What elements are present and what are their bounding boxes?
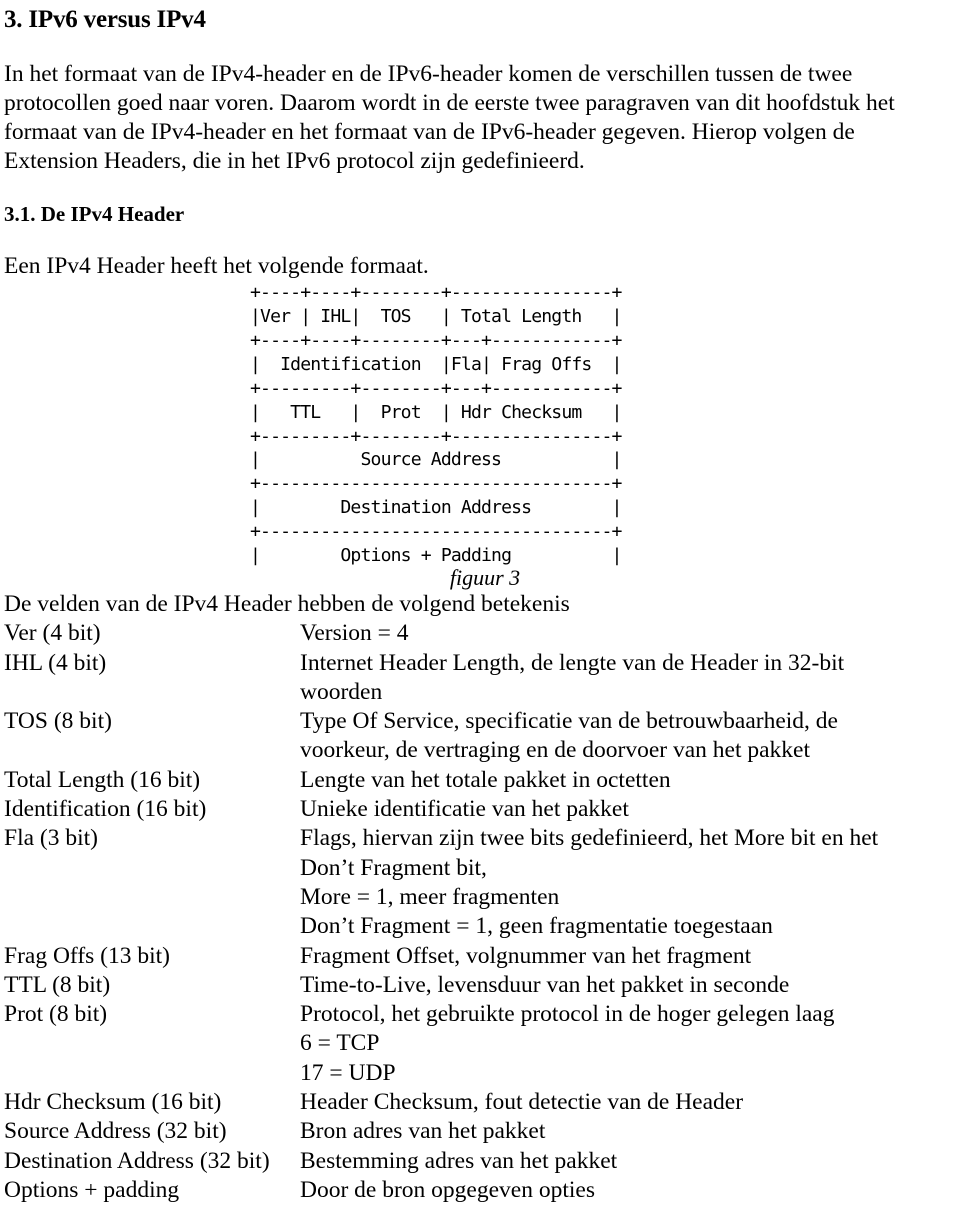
definition-description: Bestemming adres van het pakket (300, 1147, 960, 1176)
definition-line: Version = 4 (300, 620, 409, 647)
figure-caption: figuur 3 (449, 564, 521, 590)
definition-line: Don’t Fragment = 1, geen fragmentatie to… (300, 913, 773, 940)
definition-term: TTL (8 bit) (4, 971, 111, 998)
definition-line: 17 = UDP (300, 1059, 396, 1086)
definition-row: Identification (16 bit) Unieke identific… (4, 795, 960, 824)
definition-row: Fla (3 bit) Flags, hiervan zijn twee bit… (4, 824, 960, 941)
definition-term: TOS (8 bit) (4, 708, 112, 735)
intro-paragraph: In het formaat van de IPv4-header en de … (4, 60, 895, 175)
ipv4-header-figure: +----+----+--------+----------------+ |V… (0, 281, 960, 590)
definition-row: IHL (4 bit) Internet Header Length, de l… (4, 649, 960, 708)
definition-row: TTL (8 bit) Time-to-Live, levensduur van… (4, 971, 960, 1000)
definition-line: Don’t Fragment bit, (300, 854, 487, 881)
definition-line: Time-to-Live, levensduur van het pakket … (300, 971, 790, 998)
fields-intro-text: De velden van de IPv4 Header hebben de v… (4, 590, 570, 617)
definition-term: Frag Offs (13 bit) (4, 942, 171, 969)
definition-description: Door de bron opgegeven opties (300, 1176, 960, 1205)
definition-description: Time-to-Live, levensduur van het pakket … (300, 971, 960, 1000)
definition-line: 6 = TCP (300, 1030, 380, 1057)
definition-row: Ver (4 bit) Version = 4 (4, 619, 960, 648)
definition-row: Source Address (32 bit) Bron adres van h… (4, 1117, 960, 1146)
definition-term: Options + padding (4, 1176, 180, 1203)
definition-term: Fla (3 bit) (4, 825, 98, 852)
definition-line: Bron adres van het pakket (300, 1118, 546, 1145)
definition-description: Fragment Offset, volgnummer van het frag… (300, 942, 960, 971)
definition-line: Header Checksum, fout detectie van de He… (300, 1089, 744, 1115)
definition-description: Flags, hiervan zijn twee bits gedefiniee… (300, 824, 960, 941)
definition-term: Hdr Checksum (16 bit) (4, 1089, 222, 1115)
definition-row: Options + padding Door de bron opgegeven… (4, 1176, 960, 1205)
definition-term: IHL (4 bit) (4, 649, 107, 676)
definition-row: TOS (8 bit) Type Of Service, specificati… (4, 707, 960, 766)
definition-line: Internet Header Length, de lengte van de… (300, 649, 845, 676)
definition-line: Bestemming adres van het pakket (300, 1147, 618, 1174)
definition-line: voorkeur, de vertraging en de doorvoer v… (300, 737, 810, 764)
definition-description: Unieke identificatie van het pakket (300, 795, 960, 824)
definition-row: Destination Address (32 bit) Bestemming … (4, 1147, 960, 1176)
definition-term: Source Address (32 bit) (4, 1118, 227, 1145)
definition-term: Identification (16 bit) (4, 796, 207, 823)
definition-line: Lengte van het totale pakket in octetten (300, 766, 671, 793)
document-page: 3. IPv6 versus IPv4 In het formaat van d… (0, 6, 960, 1221)
page-title: 3. IPv6 versus IPv4 (4, 6, 206, 33)
definition-line: Type Of Service, specificatie van de bet… (300, 708, 838, 735)
definition-description: Protocol, het gebruikte protocol in de h… (300, 1000, 960, 1088)
definition-term: Ver (4 bit) (4, 620, 101, 647)
section-subtitle: 3.1. De IPv4 Header (4, 201, 185, 226)
ipv4-field-definitions: Ver (4 bit) Version = 4 IHL (4 bit) Inte… (4, 619, 960, 1205)
definition-description: Type Of Service, specificatie van de bet… (300, 707, 960, 766)
definition-description: Internet Header Length, de lengte van de… (300, 649, 960, 708)
definition-term: Destination Address (32 bit) (4, 1147, 270, 1174)
definition-row: Total Length (16 bit) Lengte van het tot… (4, 766, 960, 795)
definition-description: Header Checksum, fout detectie van de He… (300, 1088, 960, 1117)
ipv4-header-ascii-diagram: +----+----+--------+----------------+ |V… (250, 282, 622, 567)
definition-row: Prot (8 bit) Protocol, het gebruikte pro… (4, 1000, 960, 1088)
definition-line: Protocol, het gebruikte protocol in de h… (300, 1001, 835, 1028)
definition-line: Unieke identificatie van het pakket (300, 796, 629, 823)
definition-row: Hdr Checksum (16 bit) Header Checksum, f… (4, 1088, 960, 1117)
definition-line: woorden (300, 678, 383, 705)
definition-line: Flags, hiervan zijn twee bits gedefiniee… (300, 825, 879, 852)
definition-line: More = 1, meer fragmenten (300, 883, 560, 910)
definition-description: Version = 4 (300, 619, 960, 648)
figure-intro-text: Een IPv4 Header heeft het volgende forma… (4, 252, 429, 279)
definition-description: Lengte van het totale pakket in octetten (300, 766, 960, 795)
definition-term: Prot (8 bit) (4, 1001, 108, 1028)
definition-row: Frag Offs (13 bit) Fragment Offset, volg… (4, 942, 960, 971)
definition-term: Total Length (16 bit) (4, 766, 201, 793)
definition-line: Fragment Offset, volgnummer van het frag… (300, 942, 752, 969)
definition-line: Door de bron opgegeven opties (300, 1176, 595, 1203)
definition-description: Bron adres van het pakket (300, 1117, 960, 1146)
